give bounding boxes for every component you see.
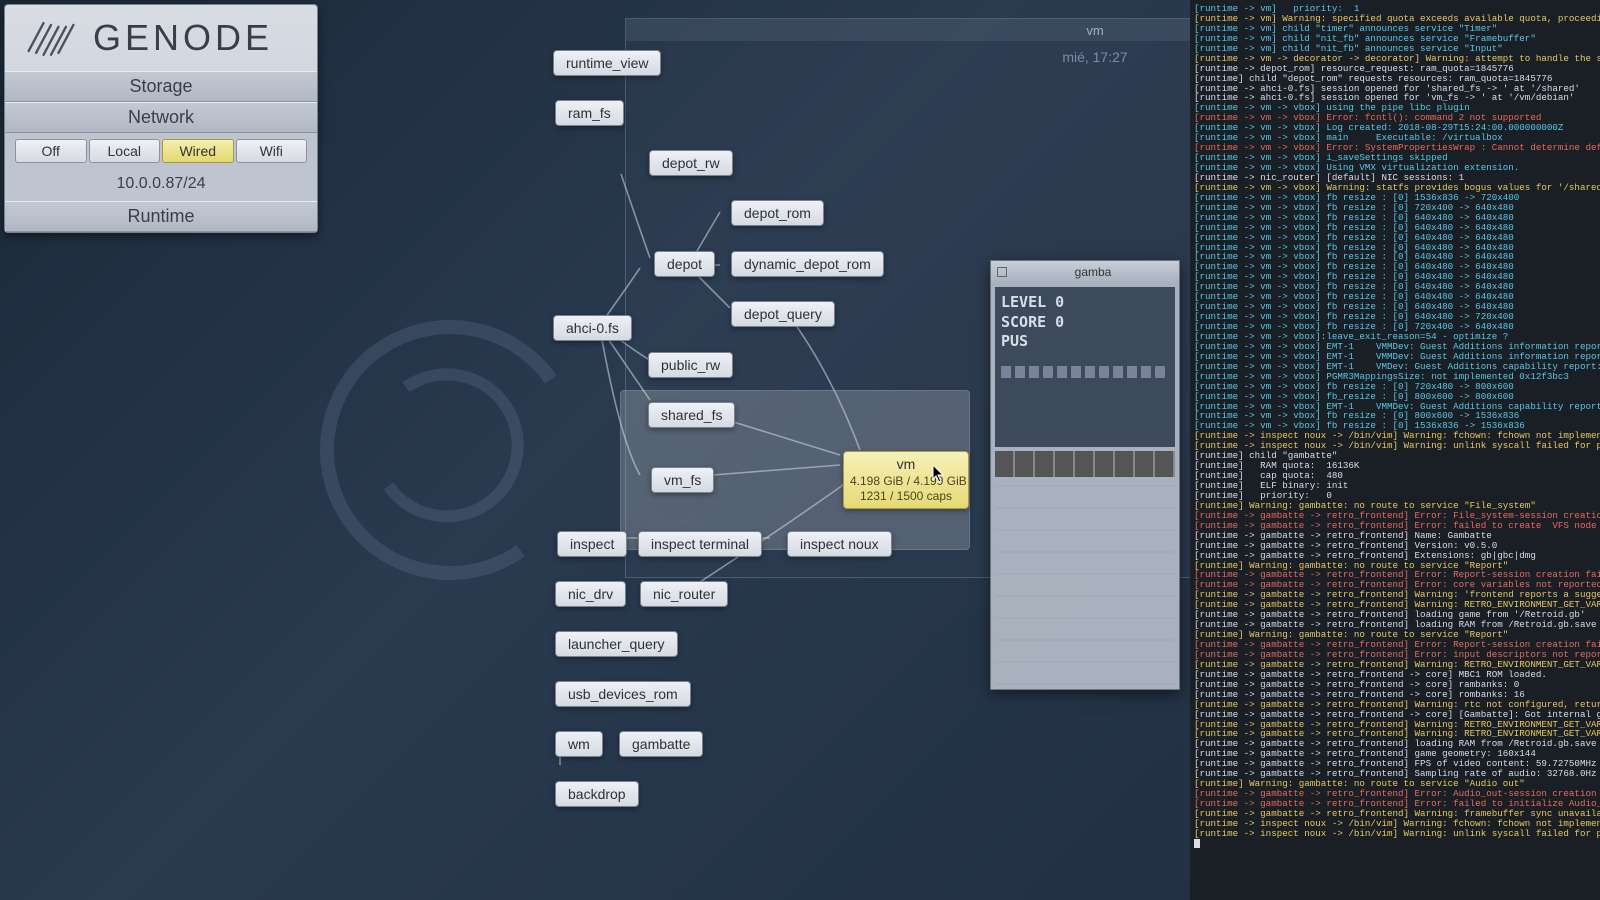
node-depot-rom[interactable]: depot_rom bbox=[731, 200, 824, 226]
net-wired-button[interactable]: Wired bbox=[162, 139, 234, 163]
node-public-rw[interactable]: public_rw bbox=[648, 352, 733, 378]
runtime-header[interactable]: Runtime bbox=[5, 201, 317, 232]
node-depot-rw[interactable]: depot_rw bbox=[649, 150, 733, 176]
vm-name: vm bbox=[850, 456, 962, 474]
game-grid bbox=[995, 485, 1175, 685]
genode-logo: GENODE bbox=[5, 5, 317, 71]
game-blocks bbox=[995, 451, 1175, 477]
node-ahci[interactable]: ahci-0.fs bbox=[553, 315, 632, 341]
network-header[interactable]: Network bbox=[5, 102, 317, 133]
node-nic-router[interactable]: nic_router bbox=[640, 581, 728, 607]
node-shared-fs[interactable]: shared_fs bbox=[648, 402, 735, 428]
vm-mem: 4.198 GiB / 4.199 GiB bbox=[850, 474, 962, 489]
node-nic-drv[interactable]: nic_drv bbox=[555, 581, 626, 607]
network-ip: 10.0.0.87/24 bbox=[5, 169, 317, 201]
log-terminal[interactable]: [runtime -> vm] priority: 1 [runtime -> … bbox=[1190, 0, 1600, 900]
node-vm-fs[interactable]: vm_fs bbox=[651, 467, 714, 493]
node-runtime-view[interactable]: runtime_view bbox=[553, 50, 661, 76]
node-usb-devices-rom[interactable]: usb_devices_rom bbox=[555, 681, 691, 707]
genode-logo-icon bbox=[23, 18, 79, 58]
vm-window-title: vm bbox=[1086, 23, 1103, 38]
node-inspect[interactable]: inspect bbox=[557, 531, 627, 557]
brand-text: GENODE bbox=[93, 17, 273, 59]
gambatte-title: gamba bbox=[1013, 265, 1173, 279]
game-screen: LEVEL 0 SCORE 0 PUS bbox=[995, 287, 1175, 447]
game-score: SCORE 0 bbox=[1001, 313, 1169, 333]
debian-swirl-backdrop bbox=[299, 299, 600, 600]
game-push: PUS bbox=[1001, 332, 1169, 352]
gambatte-window[interactable]: gamba LEVEL 0 SCORE 0 PUS bbox=[990, 260, 1180, 690]
storage-header[interactable]: Storage bbox=[5, 71, 317, 102]
gambatte-close-icon[interactable] bbox=[997, 267, 1007, 277]
node-launcher-query[interactable]: launcher_query bbox=[555, 631, 678, 657]
node-dynamic-depot-rom[interactable]: dynamic_depot_rom bbox=[731, 251, 884, 277]
node-inspect-terminal[interactable]: inspect terminal bbox=[638, 531, 762, 557]
vm-caps: 1231 / 1500 caps bbox=[850, 489, 962, 504]
node-depot-query[interactable]: depot_query bbox=[731, 301, 835, 327]
network-mode-buttons: Off Local Wired Wifi bbox=[5, 133, 317, 169]
node-ram-fs[interactable]: ram_fs bbox=[555, 100, 624, 126]
node-gambatte[interactable]: gambatte bbox=[619, 731, 703, 757]
node-vm-selected[interactable]: vm 4.198 GiB / 4.199 GiB 1231 / 1500 cap… bbox=[843, 451, 969, 509]
node-wm[interactable]: wm bbox=[555, 731, 603, 757]
game-level: LEVEL 0 bbox=[1001, 293, 1169, 313]
node-backdrop[interactable]: backdrop bbox=[555, 781, 639, 807]
net-local-button[interactable]: Local bbox=[89, 139, 161, 163]
vm-clock: mié, 17:27 bbox=[1062, 49, 1127, 65]
net-off-button[interactable]: Off bbox=[15, 139, 87, 163]
control-panel: GENODE Storage Network Off Local Wired W… bbox=[4, 4, 318, 233]
net-wifi-button[interactable]: Wifi bbox=[236, 139, 308, 163]
node-depot[interactable]: depot bbox=[654, 251, 715, 277]
cancel-button[interactable]: Cancelar bbox=[651, 514, 703, 529]
node-inspect-noux[interactable]: inspect noux bbox=[787, 531, 892, 557]
